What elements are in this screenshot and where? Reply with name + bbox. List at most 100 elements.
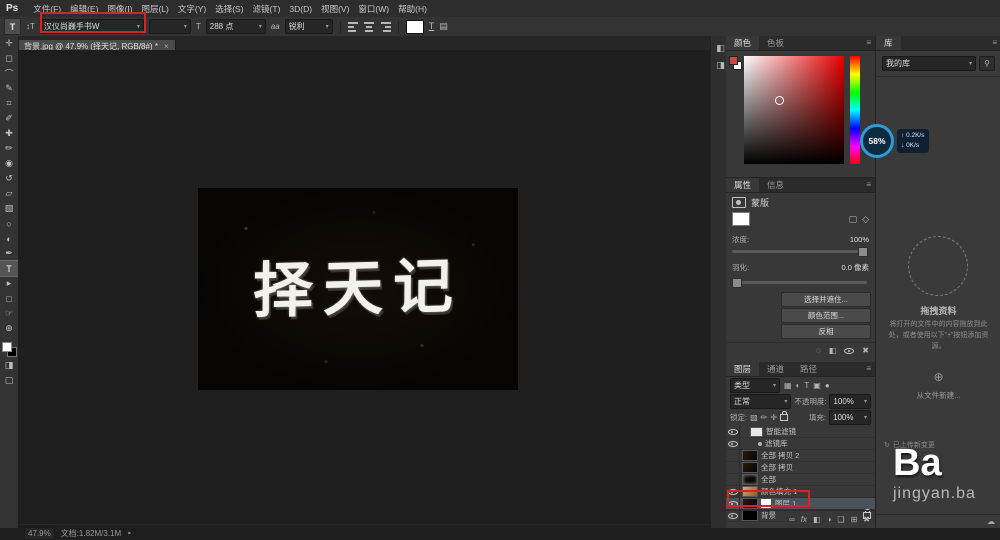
menu-edit[interactable]: 编辑(E) [66, 3, 102, 15]
menu-select[interactable]: 选择(S) [211, 3, 247, 15]
layer-thumbnail[interactable] [742, 462, 758, 473]
feather-slider[interactable] [732, 281, 867, 284]
delete-mask-icon[interactable]: ✖ [862, 347, 869, 355]
filter-smart-objects-icon[interactable]: ● [825, 382, 830, 390]
lasso-tool[interactable]: ⌒ [0, 66, 18, 81]
filter-type-layers-icon[interactable]: T [804, 382, 809, 390]
zoom-level-field[interactable]: 47.9% [24, 527, 55, 540]
layer-row-copy2[interactable]: 全部 拷贝 2 [726, 450, 875, 462]
panel-menu-icon[interactable]: ≡ [862, 36, 875, 50]
brush-tool[interactable]: ✏ [0, 141, 18, 156]
menu-window[interactable]: 窗口(W) [354, 3, 393, 15]
filter-shape-layers-icon[interactable]: ▣ [813, 382, 821, 390]
move-tool[interactable]: ✛ [0, 36, 18, 51]
marquee-tool[interactable]: ◻ [0, 51, 18, 66]
layer-thumbnail[interactable] [742, 486, 758, 497]
font-size-select[interactable]: 288 点 ▾ [206, 19, 266, 34]
mask-visibility-icon[interactable] [844, 346, 854, 355]
status-arrow-icon[interactable]: ‣ [127, 529, 132, 538]
layer-visibility-toggle[interactable] [726, 438, 740, 449]
invert-button[interactable]: 反相 [781, 324, 871, 339]
lock-transparency-icon[interactable]: ▨ [750, 414, 758, 422]
add-asset-icon[interactable]: ⊕ [876, 370, 1000, 384]
color-range-button[interactable]: 颜色范围... [781, 308, 871, 323]
smart-filter-thumbnail[interactable] [750, 427, 763, 437]
add-layer-mask-icon[interactable]: ◧ [813, 516, 821, 524]
new-from-file-link[interactable]: 从文件新建... [876, 390, 1000, 401]
mini-foreground-swatch[interactable] [729, 56, 738, 65]
filter-adjustment-layers-icon[interactable]: ◐ [796, 382, 801, 390]
layer-thumbnail[interactable] [742, 450, 758, 461]
quick-mask-tool[interactable]: ◨ [0, 358, 18, 373]
eyedropper-tool[interactable]: ✐ [0, 111, 18, 126]
hue-slider[interactable] [850, 56, 860, 164]
pen-tool[interactable]: ✒ [0, 246, 18, 261]
delete-layer-icon[interactable]: ✖ [863, 516, 870, 524]
layer-row-filter-gallery[interactable]: 滤镜库 [726, 438, 875, 450]
new-layer-icon[interactable]: ⊞ [851, 516, 858, 524]
blur-tool[interactable]: ○ [0, 216, 18, 231]
density-slider[interactable] [732, 250, 867, 253]
layer-visibility-toggle[interactable] [726, 426, 740, 437]
menu-help[interactable]: 帮助(H) [394, 3, 431, 15]
panel-menu-icon[interactable]: ≡ [862, 362, 875, 376]
color-picker-field[interactable] [744, 56, 844, 164]
warp-text-icon[interactable]: T [429, 22, 435, 31]
layer-effects-icon[interactable]: fx [801, 516, 807, 524]
menu-view[interactable]: 视图(V) [317, 3, 353, 15]
menu-layer[interactable]: 图层(L) [137, 3, 172, 15]
tab-properties[interactable]: 属性 [726, 178, 759, 192]
tab-color[interactable]: 颜色 [726, 36, 759, 50]
healing-brush-tool[interactable]: ✚ [0, 126, 18, 141]
adjustment-layer-icon[interactable]: ◑ [827, 516, 832, 524]
density-value[interactable]: 100% [850, 235, 869, 244]
layer-row-selected[interactable]: 图层 1 [726, 498, 875, 510]
color-swatches[interactable] [0, 340, 18, 358]
tab-swatches[interactable]: 色板 [759, 36, 792, 50]
add-vector-mask-button[interactable]: ◇ [862, 215, 869, 224]
layer-row-color-fill[interactable]: 颜色填充 1 [726, 486, 875, 498]
menu-image[interactable]: 图像(I) [103, 3, 136, 15]
layer-visibility-toggle[interactable] [726, 474, 740, 485]
layer-mask-thumbnail[interactable] [760, 498, 772, 509]
zoom-tool[interactable]: ⊕ [0, 321, 18, 336]
cloud-sync-icon[interactable]: ☁ [987, 517, 995, 526]
toggle-panels-icon[interactable]: ▤ [439, 22, 448, 31]
text-orientation-icon[interactable]: ↕T [26, 23, 35, 31]
shape-tool[interactable]: □ [0, 291, 18, 306]
type-tool[interactable]: T [0, 261, 18, 276]
lock-all-icon[interactable] [780, 414, 788, 421]
feather-slider-knob[interactable] [732, 278, 742, 288]
layer-row-copy[interactable]: 全部 拷贝 [726, 462, 875, 474]
lock-position-icon[interactable]: ✛ [770, 414, 777, 422]
layer-row-smart-filters[interactable]: 智能滤镜 [726, 426, 875, 438]
load-selection-icon[interactable]: ◌ [816, 347, 821, 355]
layer-filter-select[interactable]: 类型 ▾ [730, 378, 780, 393]
color-picker-marker[interactable] [775, 96, 784, 105]
tab-info[interactable]: 信息 [759, 178, 792, 192]
link-layers-icon[interactable]: ∞ [789, 516, 795, 524]
library-select[interactable]: 我的库 ▾ [882, 56, 976, 71]
fill-select[interactable]: 100% ▾ [829, 410, 871, 425]
select-and-mask-button[interactable]: 选择并遮住... [781, 292, 871, 307]
path-select-tool[interactable]: ▸ [0, 276, 18, 291]
align-right-icon[interactable] [380, 22, 391, 32]
dodge-tool[interactable]: ◐ [0, 231, 18, 246]
tab-layers[interactable]: 图层 [726, 362, 759, 376]
layer-visibility-toggle[interactable] [726, 462, 740, 473]
lock-pixels-icon[interactable]: ✏ [761, 414, 768, 422]
layer-row-all[interactable]: 全部 [726, 474, 875, 486]
tab-channels[interactable]: 通道 [759, 362, 792, 376]
type-tool-preset-icon[interactable]: T [4, 18, 21, 35]
crop-tool[interactable]: ⌗ [0, 96, 18, 111]
tab-libraries[interactable]: 库 [876, 36, 901, 50]
font-style-select[interactable]: ▾ [149, 19, 191, 34]
layer-thumbnail[interactable] [742, 474, 758, 485]
opacity-select[interactable]: 100% ▾ [829, 394, 871, 409]
layer-visibility-toggle[interactable] [726, 450, 740, 461]
panel-menu-icon[interactable]: ≡ [862, 178, 875, 192]
filter-pixel-layers-icon[interactable]: ▦ [784, 382, 792, 390]
layer-visibility-toggle[interactable] [726, 498, 740, 509]
menu-3d[interactable]: 3D(D) [285, 4, 316, 14]
hand-tool[interactable]: ☞ [0, 306, 18, 321]
